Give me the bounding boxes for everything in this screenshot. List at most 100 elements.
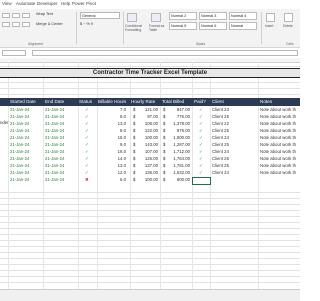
status-check-icon: ✓ (85, 134, 89, 140)
grid-line (0, 88, 300, 89)
header-hourly-rate[interactable]: Hourly Rate (131, 99, 155, 104)
menu-automate[interactable]: Automate (16, 1, 35, 6)
style-normal-5[interactable]: Normal 5 (169, 22, 197, 30)
align-middle-icon[interactable] (12, 13, 20, 18)
grid-line (0, 82, 300, 83)
cell-started-date: 21-Jan-24 (10, 128, 30, 133)
group-separator (261, 12, 262, 44)
cell-notes: Note about work th (260, 121, 297, 126)
grid-line (0, 234, 300, 235)
sheet-title: Contractor Time Tracker Excel Template (92, 70, 208, 76)
number-format-symbols[interactable]: $ ~ % 9 (80, 22, 93, 26)
style-normal-3[interactable]: Normal 3 (199, 12, 227, 20)
delete-cells-icon[interactable] (284, 13, 293, 22)
cell-started-date: 21-Jan-24 (10, 156, 30, 161)
group-separator (123, 12, 124, 44)
header-billable-hours[interactable]: Billable Hours (98, 99, 126, 104)
styles-group-label: Styles (196, 42, 206, 46)
format-as-table-button[interactable]: Format as Table (149, 24, 165, 32)
cell-client: Client 25 (212, 142, 229, 147)
cell-end-date: 21-Jan-24 (45, 177, 65, 182)
cell-billable-hours: 12.0 (117, 170, 126, 175)
cell-billable-hours: 7.0 (120, 107, 126, 112)
menu-view[interactable]: View (2, 1, 12, 6)
formula-input[interactable] (32, 50, 298, 56)
cell-total-billed: 847.00 (176, 107, 190, 112)
cell-notes: Note about work th (260, 149, 297, 154)
status-check-icon: ✓ (85, 113, 89, 119)
header-notes[interactable]: Notes (260, 99, 272, 104)
paid-check-icon: ✓ (199, 134, 203, 140)
grid-line (0, 94, 300, 95)
insert-cells-icon[interactable] (266, 13, 275, 22)
cell-notes: Note about work th (260, 114, 297, 119)
merge-center-button[interactable]: Merge & Center (36, 22, 63, 26)
style-normal-2[interactable]: Normal 2 (169, 12, 197, 20)
header-client[interactable]: Client (212, 99, 224, 104)
cell-end-date: 21-Jan-24 (45, 135, 65, 140)
insert-button[interactable]: Insert (265, 24, 273, 28)
grid-line (0, 66, 300, 67)
menu-help[interactable]: Help (61, 1, 70, 6)
menu-developer[interactable]: Developer (37, 1, 58, 6)
cell-total-billed: 1,781.00 (173, 163, 190, 168)
status-check-icon: ✓ (85, 169, 89, 175)
grid-line (0, 198, 300, 199)
cell-billable-hours: 14.0 (117, 156, 126, 161)
cell-notes: Note about work th (260, 135, 297, 140)
cell-hourly-rate: 143.00 (144, 142, 158, 147)
number-format-dropdown[interactable]: General (80, 12, 120, 19)
grid-line (0, 210, 300, 211)
cell-hourly-rate: 122.00 (144, 128, 158, 133)
grid-line (0, 258, 300, 259)
cell-end-date: 21-Jan-24 (45, 163, 65, 168)
cell-billable-hours: 6.0 (120, 177, 126, 182)
header-started-date[interactable]: Started Date (10, 99, 36, 104)
style-normal-6[interactable]: Normal 6 (199, 22, 227, 30)
status-check-icon: ✓ (85, 148, 89, 154)
style-normal[interactable]: Normal (229, 22, 257, 30)
align-left-icon[interactable] (2, 22, 10, 27)
cell-total-billed: 1,500.00 (173, 135, 190, 140)
cell-end-date: 21-Jan-24 (45, 170, 65, 175)
cell-client: Client 24 (212, 170, 229, 175)
conditional-formatting-icon[interactable] (127, 13, 137, 22)
grid-line (0, 264, 300, 265)
cell-billable-hours: 8.0 (120, 128, 126, 133)
align-center-icon[interactable] (12, 22, 20, 27)
header-paid[interactable]: Paid? (194, 99, 206, 104)
style-normal-4[interactable]: Normal 4 (229, 12, 257, 20)
wrap-text-button[interactable]: Wrap Text (36, 12, 53, 16)
delete-button[interactable]: Delete (283, 24, 293, 28)
status-check-icon: ✓ (85, 127, 89, 133)
menu-bar: View Automate Developer Help Power Pivot (0, 0, 300, 9)
cell-client: Client 22 (212, 121, 229, 126)
format-as-table-icon[interactable] (151, 13, 161, 22)
paid-check-icon: ✓ (199, 113, 203, 119)
header-total-billed[interactable]: Total Billed (162, 99, 184, 104)
cell-notes: Note about work th (260, 128, 297, 133)
selected-cell[interactable] (192, 177, 211, 185)
align-top-icon[interactable] (2, 13, 10, 18)
header-status[interactable]: Status (79, 99, 92, 104)
header-end-date[interactable]: End Date (45, 99, 64, 104)
name-box[interactable] (2, 50, 26, 56)
align-right-icon[interactable] (22, 22, 30, 27)
cell-client: Client 25 (212, 128, 229, 133)
align-bottom-icon[interactable] (22, 13, 30, 18)
cell-client: Client 23 (212, 107, 229, 112)
cell-hourly-rate: 137.00 (144, 163, 158, 168)
conditional-formatting-button[interactable]: Conditional Formatting (125, 24, 145, 32)
sheet-tab-strip[interactable] (0, 289, 300, 301)
cell-client: Client 26 (212, 156, 229, 161)
grid-line (0, 240, 300, 241)
cell-started-date: 21-Jan-24 (10, 121, 30, 126)
paid-check-icon: ✓ (199, 148, 203, 154)
cell-end-date: 21-Jan-24 (45, 107, 65, 112)
status-check-icon: ✓ (85, 120, 89, 126)
grid-line (0, 246, 300, 247)
cell-total-billed: 1,764.00 (173, 156, 190, 161)
cell-total-billed: 776.00 (176, 114, 190, 119)
menu-power-pivot[interactable]: Power Pivot (72, 1, 96, 6)
paid-check-icon: ✓ (199, 169, 203, 175)
